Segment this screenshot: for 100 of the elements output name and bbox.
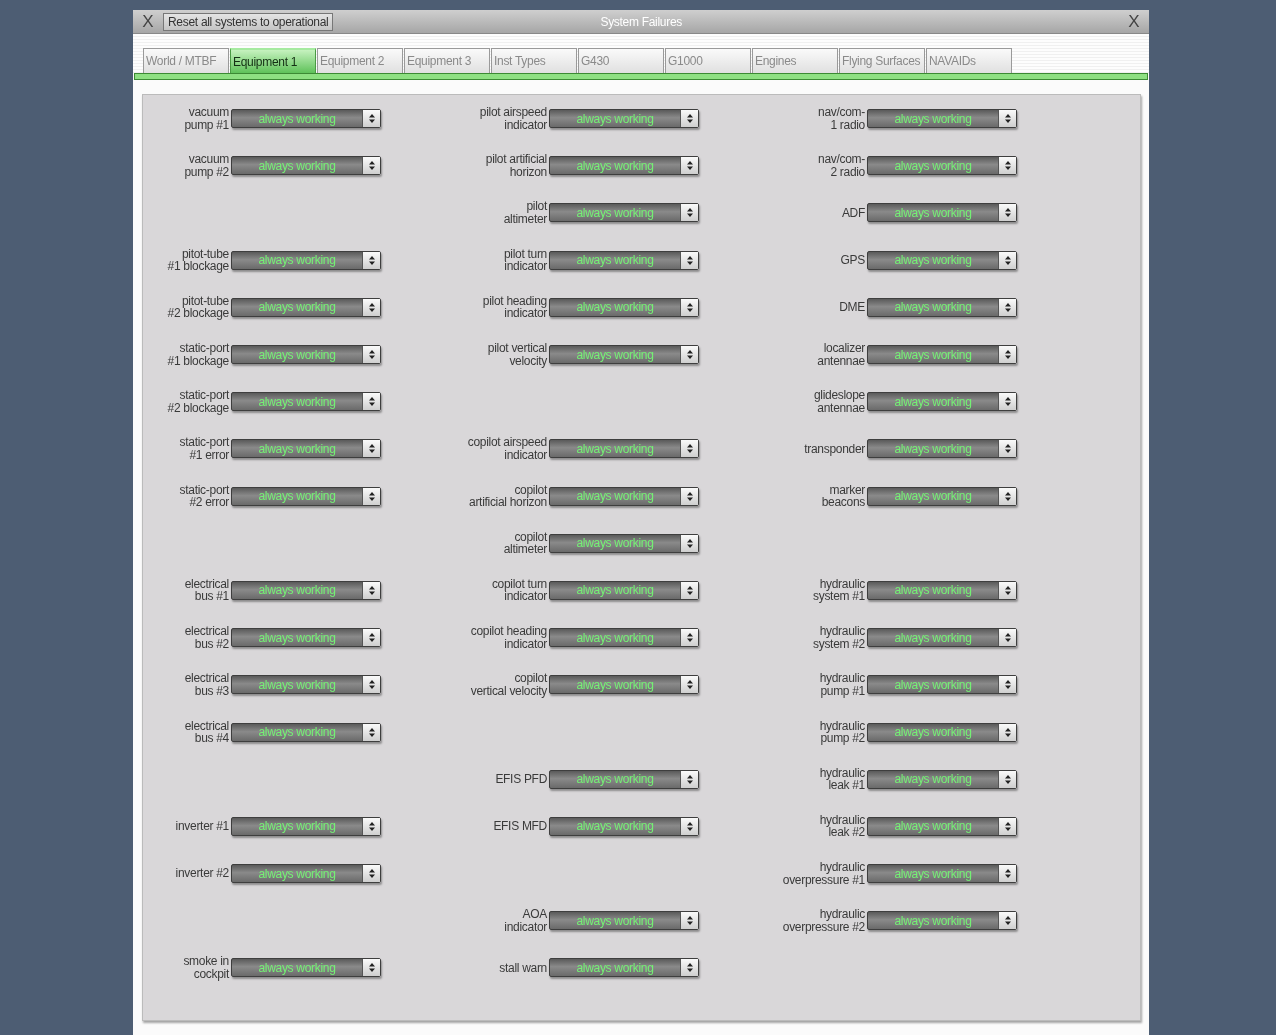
field-label: static-port #1 blockage (167, 342, 231, 368)
failure-dropdown[interactable]: always working (867, 580, 1017, 600)
failure-dropdown[interactable]: always working (231, 109, 381, 129)
tab[interactable]: Equipment 1 (230, 48, 316, 73)
field-label: static-port #2 error (179, 483, 231, 509)
failure-dropdown[interactable]: always working (549, 580, 699, 600)
failure-dropdown[interactable]: always working (549, 486, 699, 506)
failure-dropdown[interactable]: always working (231, 439, 381, 459)
failure-dropdown[interactable]: always working (549, 911, 699, 931)
up-down-arrows-icon (1004, 114, 1011, 124)
failure-dropdown[interactable]: always working (231, 345, 381, 365)
failure-dropdown[interactable]: always working (867, 722, 1017, 742)
field-label: inverter #1 (175, 820, 230, 833)
failure-dropdown[interactable]: always working (867, 439, 1017, 459)
field-label: hydraulic overpressure #1 (782, 861, 866, 887)
failure-dropdown[interactable]: always working (549, 250, 699, 270)
tab[interactable]: Equipment 2 (317, 48, 403, 73)
failure-dropdown[interactable]: always working (231, 864, 381, 884)
failure-dropdown[interactable]: always working (549, 769, 699, 789)
field-label: marker beacons (821, 483, 866, 509)
tab[interactable]: World / MTBF (143, 48, 229, 73)
field-label: copilot altimeter (503, 530, 549, 556)
up-down-arrows-icon (368, 397, 375, 407)
close-button[interactable]: X (1119, 11, 1149, 32)
failure-dropdown[interactable]: always working (549, 675, 699, 695)
reset-button[interactable]: Reset all systems to operational (163, 12, 334, 31)
field-label: pilot turn indicator (503, 247, 548, 273)
failure-dropdown[interactable]: always working (231, 250, 381, 270)
field-label: electrical bus #2 (184, 625, 230, 651)
failure-dropdown[interactable]: always working (549, 109, 699, 129)
failure-dropdown[interactable]: always working (867, 250, 1017, 270)
failure-dropdown[interactable]: always working (549, 297, 699, 317)
failure-dropdown[interactable]: always working (549, 816, 699, 836)
failure-dropdown[interactable]: always working (867, 816, 1017, 836)
up-down-arrows-icon (1004, 680, 1011, 690)
tab[interactable]: Flying Surfaces (839, 48, 925, 73)
tab[interactable]: Engines (752, 48, 838, 73)
failure-dropdown[interactable]: always working (549, 439, 699, 459)
field-label: electrical bus #1 (184, 577, 230, 603)
failure-dropdown[interactable]: always working (549, 156, 699, 176)
failure-dropdown[interactable]: always working (867, 345, 1017, 365)
failure-dropdown[interactable]: always working (231, 816, 381, 836)
tab[interactable]: NAVAIDs (926, 48, 1012, 73)
tab[interactable]: G430 (578, 48, 664, 73)
up-down-arrows-icon (1004, 444, 1011, 454)
field-label: copilot airspeed indicator (467, 436, 548, 462)
failure-dropdown[interactable]: always working (867, 109, 1017, 129)
failure-dropdown[interactable]: always working (231, 628, 381, 648)
up-down-arrows-icon (1004, 821, 1011, 831)
field-label: nav/com- 1 radio (818, 106, 866, 132)
failure-dropdown[interactable]: always working (867, 675, 1017, 695)
close-button[interactable]: X (133, 11, 163, 32)
field-label: smoke in cockpit (183, 955, 231, 981)
up-down-arrows-icon (686, 633, 693, 643)
field-label: hydraulic leak #1 (819, 766, 866, 792)
failure-dropdown[interactable]: always working (867, 297, 1017, 317)
failure-dropdown[interactable]: always working (549, 345, 699, 365)
failure-dropdown[interactable]: always working (867, 392, 1017, 412)
failure-dropdown[interactable]: always working (231, 675, 381, 695)
failure-dropdown[interactable]: always working (549, 628, 699, 648)
failure-dropdown[interactable]: always working (867, 911, 1017, 931)
up-down-arrows-icon (1004, 302, 1011, 312)
field-label: EFIS MFD (493, 820, 548, 833)
failure-dropdown[interactable]: always working (549, 533, 699, 553)
failure-dropdown[interactable]: always working (231, 297, 381, 317)
failure-dropdown[interactable]: always working (867, 156, 1017, 176)
failure-dropdown[interactable]: always working (231, 722, 381, 742)
failure-dropdown[interactable]: always working (867, 486, 1017, 506)
up-down-arrows-icon (686, 963, 693, 973)
up-down-arrows-icon (368, 491, 375, 501)
field-label: hydraulic pump #2 (819, 719, 866, 745)
up-down-arrows-icon (686, 444, 693, 454)
failure-dropdown[interactable]: always working (231, 156, 381, 176)
failure-dropdown[interactable]: always working (549, 958, 699, 978)
field-label: stall warn (499, 961, 548, 975)
failure-dropdown[interactable]: always working (867, 628, 1017, 648)
up-down-arrows-icon (1004, 869, 1011, 879)
up-down-arrows-icon (686, 114, 693, 124)
tab[interactable]: G1000 (665, 48, 751, 73)
field-label: static-port #1 error (179, 436, 231, 462)
up-down-arrows-icon (686, 255, 693, 265)
up-down-arrows-icon (686, 350, 693, 360)
failure-dropdown[interactable]: always working (867, 203, 1017, 223)
up-down-arrows-icon (368, 633, 375, 643)
up-down-arrows-icon (368, 444, 375, 454)
failure-dropdown[interactable]: always working (231, 486, 381, 506)
failure-dropdown[interactable]: always working (549, 203, 699, 223)
tab[interactable]: Inst Types (491, 48, 577, 73)
failure-dropdown[interactable]: always working (231, 958, 381, 978)
failure-dropdown[interactable]: always working (231, 580, 381, 600)
up-down-arrows-icon (1004, 774, 1011, 784)
failure-dropdown[interactable]: always working (231, 392, 381, 412)
up-down-arrows-icon (368, 585, 375, 595)
failure-dropdown[interactable]: always working (867, 864, 1017, 884)
up-down-arrows-icon (368, 350, 375, 360)
tab[interactable]: Equipment 3 (404, 48, 490, 73)
field-label: hydraulic overpressure #2 (782, 908, 866, 934)
failure-dropdown[interactable]: always working (867, 769, 1017, 789)
up-down-arrows-icon (1004, 491, 1011, 501)
field-label: copilot vertical velocity (470, 672, 549, 698)
